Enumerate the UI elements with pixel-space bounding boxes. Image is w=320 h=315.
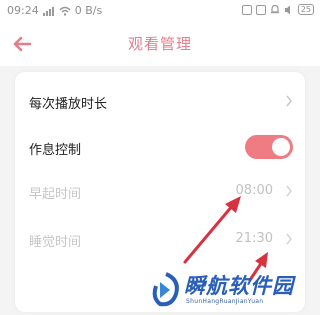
status-right: 25 [241, 4, 314, 15]
row-label: 睡觉时间 [29, 235, 82, 250]
watermark-logo: 瞬航软件园 ShunHangRuanJianYuan [150, 268, 310, 313]
wifi-icon [59, 6, 71, 16]
signal-icon [42, 6, 54, 16]
battery-indicator: 25 [297, 4, 314, 15]
status-left: 09:24 0 B/s [7, 4, 102, 17]
network-speed: 0 B/s [74, 4, 103, 17]
wake-time-row[interactable]: 早起时间 08:00 [15, 170, 305, 212]
status-bar: 09:24 0 B/s 25 [0, 0, 320, 22]
watermark-subtext: ShunHangRuanJianYuan [186, 298, 264, 305]
row-label: 每次播放时长 [29, 97, 108, 112]
row-label: 早起时间 [29, 187, 82, 202]
notification-box-icon [241, 4, 252, 15]
chevron-right-icon [286, 185, 292, 197]
schedule-control-row: 作息控制 [15, 126, 305, 168]
header: 观看管理 [0, 22, 320, 66]
wake-time-value: 08:00 [235, 183, 273, 198]
playback-duration-row[interactable]: 每次播放时长 [15, 80, 305, 122]
notification-box-icon [255, 4, 266, 15]
watermark-text: 瞬航软件园 [184, 274, 294, 298]
row-label: 作息控制 [29, 143, 82, 158]
status-time: 09:24 [7, 4, 39, 17]
page-title: 观看管理 [127, 35, 192, 53]
chevron-right-icon [286, 233, 292, 245]
sleep-time-row[interactable]: 睡觉时间 21:30 [15, 218, 305, 260]
schedule-control-toggle[interactable] [245, 135, 293, 159]
alarm-icon [270, 4, 279, 14]
sleep-time-value: 21:30 [235, 231, 273, 246]
chevron-right-icon [286, 95, 292, 107]
mute-icon [284, 5, 290, 14]
toggle-knob [272, 138, 290, 156]
logo-emblem-icon [152, 272, 179, 307]
